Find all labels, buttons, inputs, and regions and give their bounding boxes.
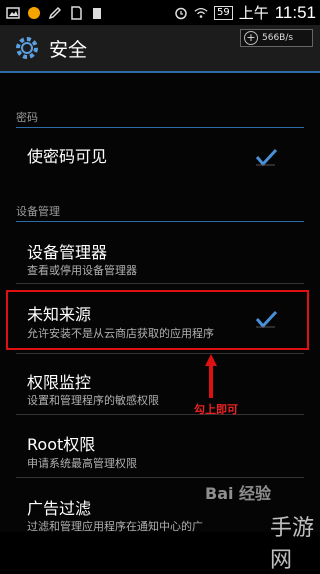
watermark-site: 手游网 [270, 516, 315, 573]
list-item-title: 使密码可见 [27, 147, 108, 166]
alarm-icon [175, 7, 187, 19]
wifi-icon [194, 7, 208, 18]
list-item-title: 设备管理器 [27, 243, 108, 262]
up-arrow-icon [205, 354, 217, 398]
divider [16, 477, 304, 478]
section-label: 密码 [16, 111, 38, 124]
divider [16, 283, 304, 284]
section-label: 设备管理 [16, 205, 60, 218]
highlight-box [6, 290, 309, 350]
uc-browser-icon [28, 6, 40, 19]
time-period: 上午 [238, 4, 269, 22]
clock: 11:51 [274, 2, 316, 22]
network-speed-widget[interactable]: + 566B/s [240, 29, 313, 47]
checkbox-checked-icon[interactable] [253, 147, 279, 169]
section-divider [16, 221, 304, 222]
network-speed-value: 566B/s [262, 33, 294, 43]
pen-icon [48, 6, 62, 19]
list-item-title: 广告过滤 [27, 499, 92, 518]
list-item-subtitle: 查看或停用设备管理器 [27, 264, 137, 277]
sdcard-icon [71, 5, 82, 20]
plus-icon: + [244, 31, 258, 45]
watermark: Bai 经验 [205, 484, 272, 503]
annotation-text: 勾上即可 [194, 403, 238, 416]
gear-icon[interactable] [14, 35, 40, 61]
divider [16, 353, 304, 354]
action-bar: 安全 + 566B/s [0, 25, 320, 73]
status-bar: 59 上午 11:51 [0, 0, 320, 25]
list-item-title: Root权限 [27, 435, 96, 454]
list-item-subtitle: 设置和管理程序的敏感权限 [27, 394, 159, 407]
battery-full-notification-icon [93, 7, 101, 19]
divider [16, 414, 304, 415]
list-item-subtitle: 申请系统最高管理权限 [27, 457, 137, 470]
section-header-device-management: 设备管理 [16, 203, 304, 222]
list-item-title: 权限监控 [27, 373, 92, 392]
battery-level: 59 [213, 5, 233, 20]
page-title: 安全 [49, 39, 88, 61]
section-header-password: 密码 [16, 109, 304, 128]
picture-notification-icon [6, 6, 20, 19]
section-divider [16, 127, 304, 128]
